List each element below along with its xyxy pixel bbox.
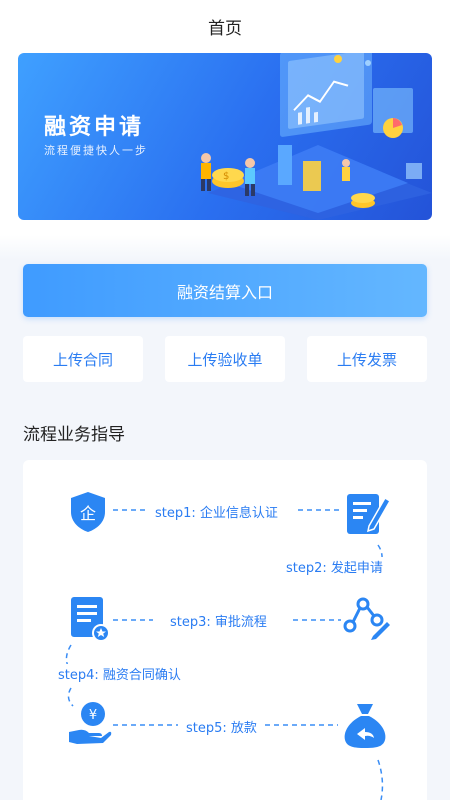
step-3-label: step3: 审批流程 <box>167 611 270 630</box>
financing-settlement-button[interactable]: 融资结算入口 <box>23 264 427 317</box>
step-1-label: step1: 企业信息认证 <box>152 502 281 521</box>
yuan-badge-text: ¥ <box>89 708 97 723</box>
step-2-label: step2: 发起申请 <box>283 557 386 576</box>
svg-text:$: $ <box>223 171 229 182</box>
banner-title: 融资申请 <box>44 115 145 140</box>
process-guide-title: 流程业务指导 <box>23 425 125 445</box>
upload-contract-button[interactable]: 上传合同 <box>23 336 143 382</box>
step-5-label: step5: 放款 <box>183 717 260 736</box>
document-edit-icon <box>347 494 391 534</box>
enterprise-shield-icon: 企 <box>71 492 105 532</box>
enterprise-badge-text: 企 <box>80 504 96 523</box>
contract-star-icon <box>71 597 110 642</box>
approval-flow-icon <box>343 597 390 640</box>
upload-acceptance-button[interactable]: 上传验收单 <box>165 336 285 382</box>
financing-banner[interactable]: 融资申请 流程便捷快人一步 $ <box>18 53 432 220</box>
money-bag-return-icon <box>344 704 386 748</box>
step-4-label: step4: 融资合同确认 <box>55 664 184 683</box>
page-title: 首页 <box>208 18 242 39</box>
top-nav-bar: 首页 <box>0 0 450 52</box>
banner-subtitle: 流程便捷快人一步 <box>44 144 148 157</box>
loan-hand-icon: ¥ <box>69 702 112 744</box>
banner-illustration: $ <box>201 53 432 220</box>
upload-invoice-button[interactable]: 上传发票 <box>307 336 427 382</box>
process-guide-card: 企 step1: 企业信息认证 step2: 发起申请 step3: 审批流程 … <box>23 460 427 800</box>
